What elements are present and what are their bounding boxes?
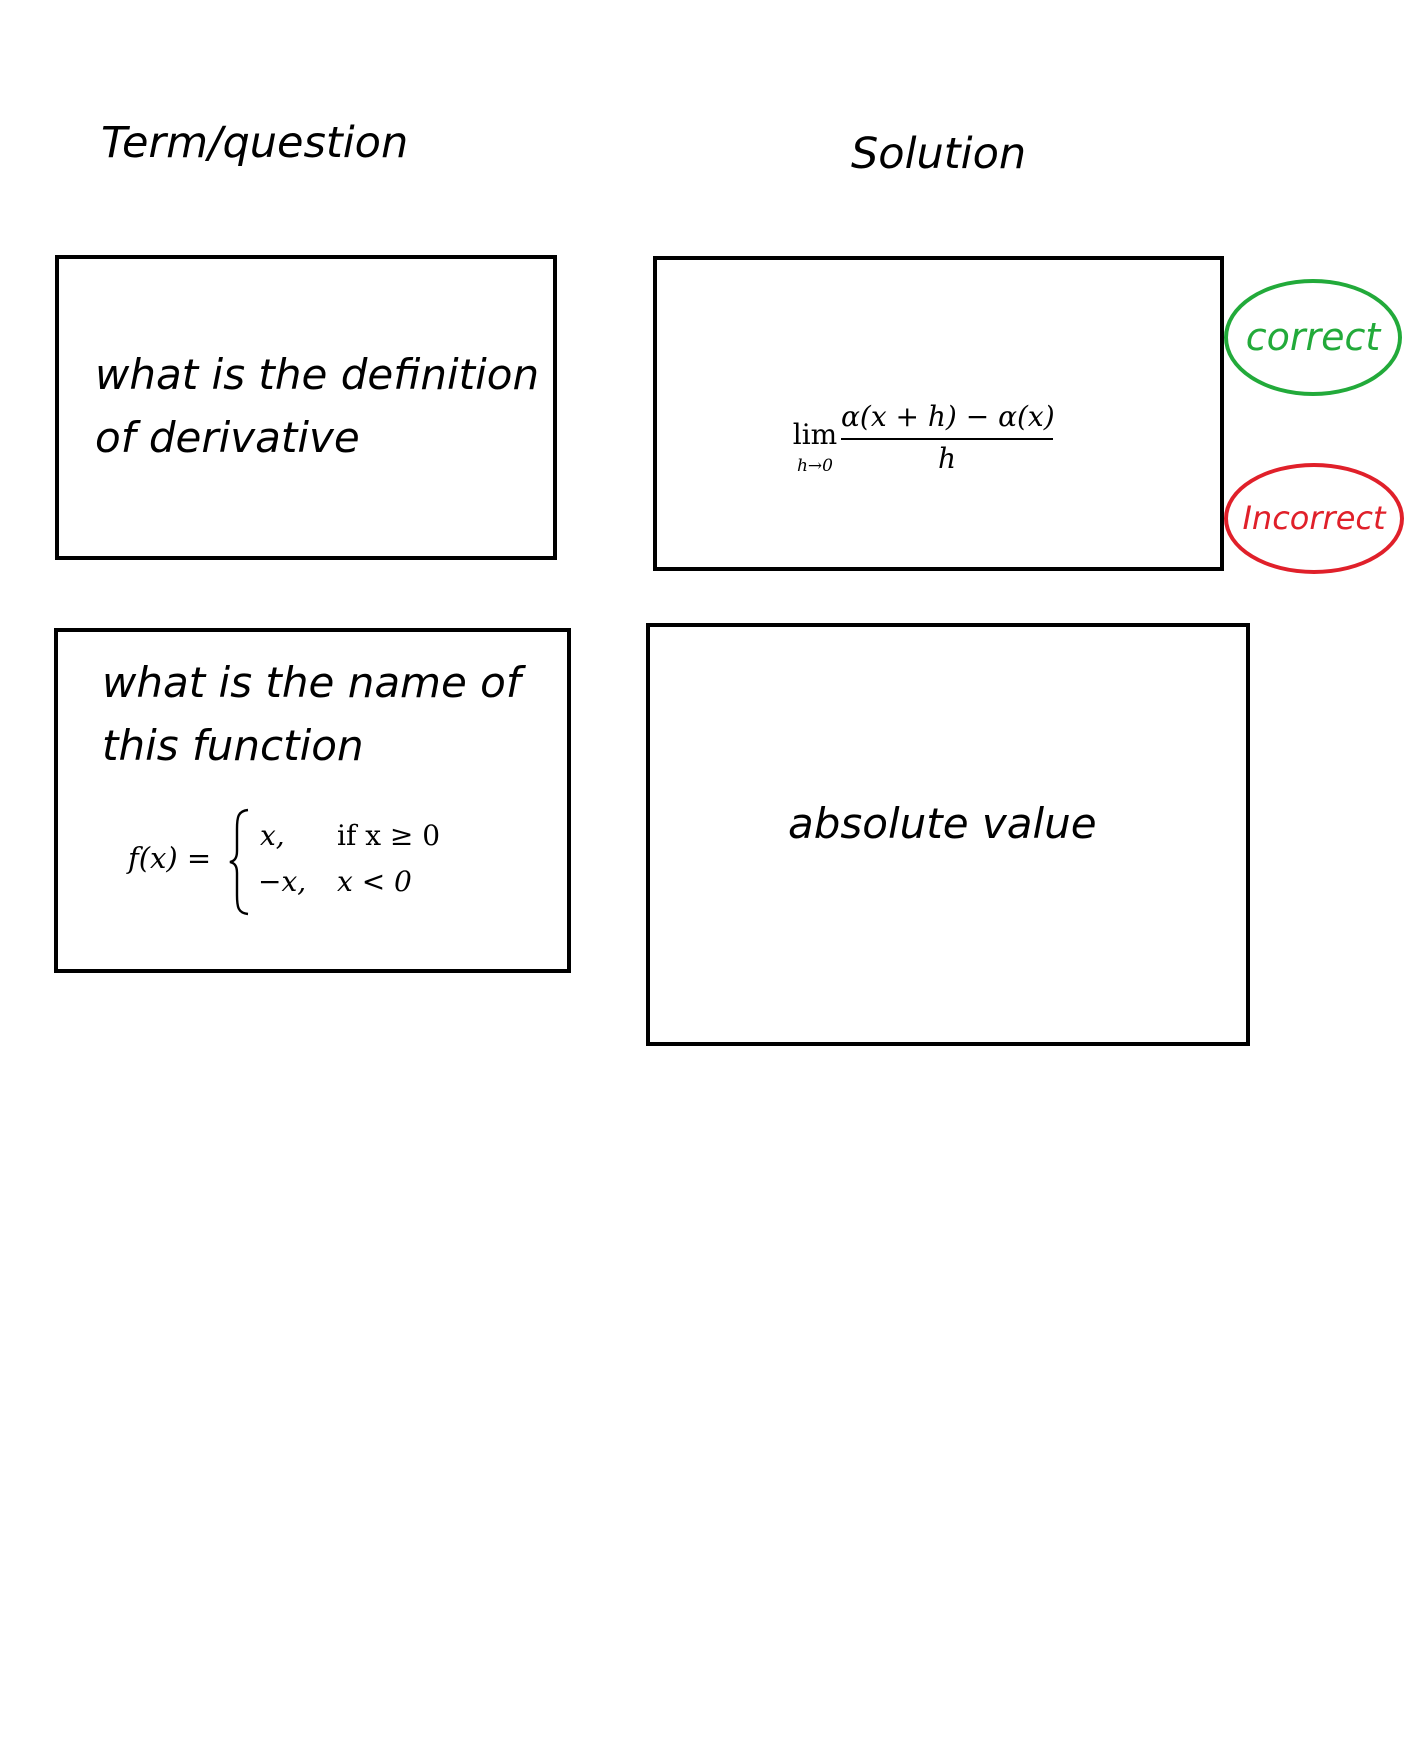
piecewise-formula: f(x) = x, if x ≥ 0 −x, x < 0 (128, 807, 468, 917)
fraction-bar (841, 438, 1053, 440)
incorrect-button[interactable]: Incorrect (1224, 463, 1404, 574)
function-lhs: f(x) = (128, 841, 212, 875)
question-line-2: of derivative (95, 413, 360, 462)
question-text: what is the name of this function (102, 651, 521, 777)
fraction-numerator: α(x + h) − α(x) (841, 400, 1055, 433)
limit-operator: lim (792, 418, 838, 451)
correct-button[interactable]: correct (1224, 279, 1402, 396)
solution-text: absolute value (788, 799, 1097, 848)
question-card-derivative[interactable]: what is the definition of derivative (55, 255, 557, 560)
limit-subscript: h→0 (796, 456, 833, 476)
case-1-condition: if x ≥ 0 (337, 819, 441, 852)
solution-card-derivative[interactable]: lim h→0 α(x + h) − α(x) h (653, 256, 1224, 571)
question-text: what is the definition of derivative (95, 343, 539, 469)
term-question-header: Term/question (101, 118, 409, 168)
question-card-function[interactable]: what is the name of this function f(x) =… (54, 628, 571, 973)
left-brace-icon (229, 808, 249, 916)
derivative-formula: lim h→0 α(x + h) − α(x) h (791, 400, 1081, 480)
question-line-2: this function (102, 721, 364, 770)
fraction-denominator: h (937, 442, 957, 475)
case-2-condition: x < 0 (337, 865, 412, 898)
solution-card-function[interactable]: absolute value (646, 623, 1250, 1046)
question-line-1: what is the definition (95, 350, 540, 399)
case-1-value: x, (260, 819, 285, 852)
question-line-1: what is the name of (102, 658, 521, 707)
case-2-value: −x, (258, 865, 307, 898)
solution-header: Solution (851, 129, 1027, 179)
